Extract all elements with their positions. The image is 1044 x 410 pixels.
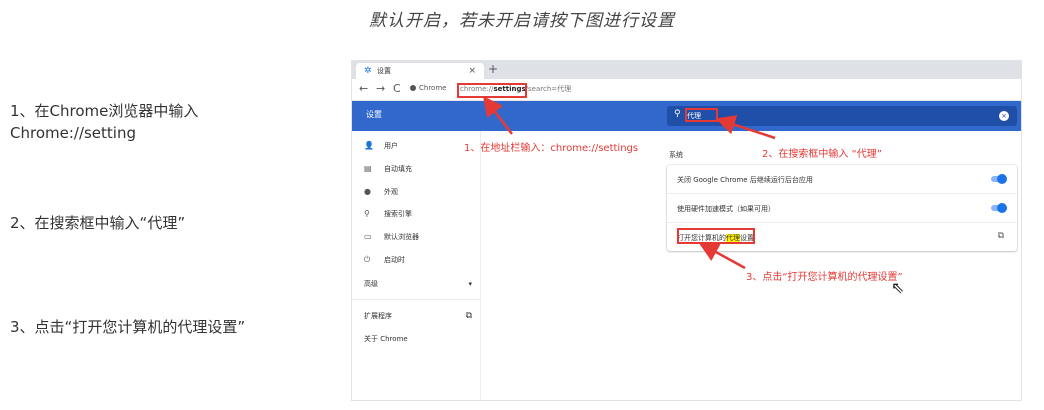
arrow-to-address bbox=[482, 96, 513, 135]
annotation-step-2: 2、在搜索框中输入 “代理” bbox=[762, 149, 882, 160]
mouse-cursor-icon: ⇖ bbox=[891, 278, 905, 297]
annotation-step-1: 1、在地址栏输入：chrome://settings bbox=[464, 143, 639, 154]
arrow-to-proxy bbox=[698, 242, 746, 270]
annotation-arrows bbox=[482, 96, 776, 270]
annotation-step-3: 3、点击“打开您计算机的代理设置” bbox=[746, 272, 903, 283]
arrow-to-search bbox=[715, 115, 776, 140]
